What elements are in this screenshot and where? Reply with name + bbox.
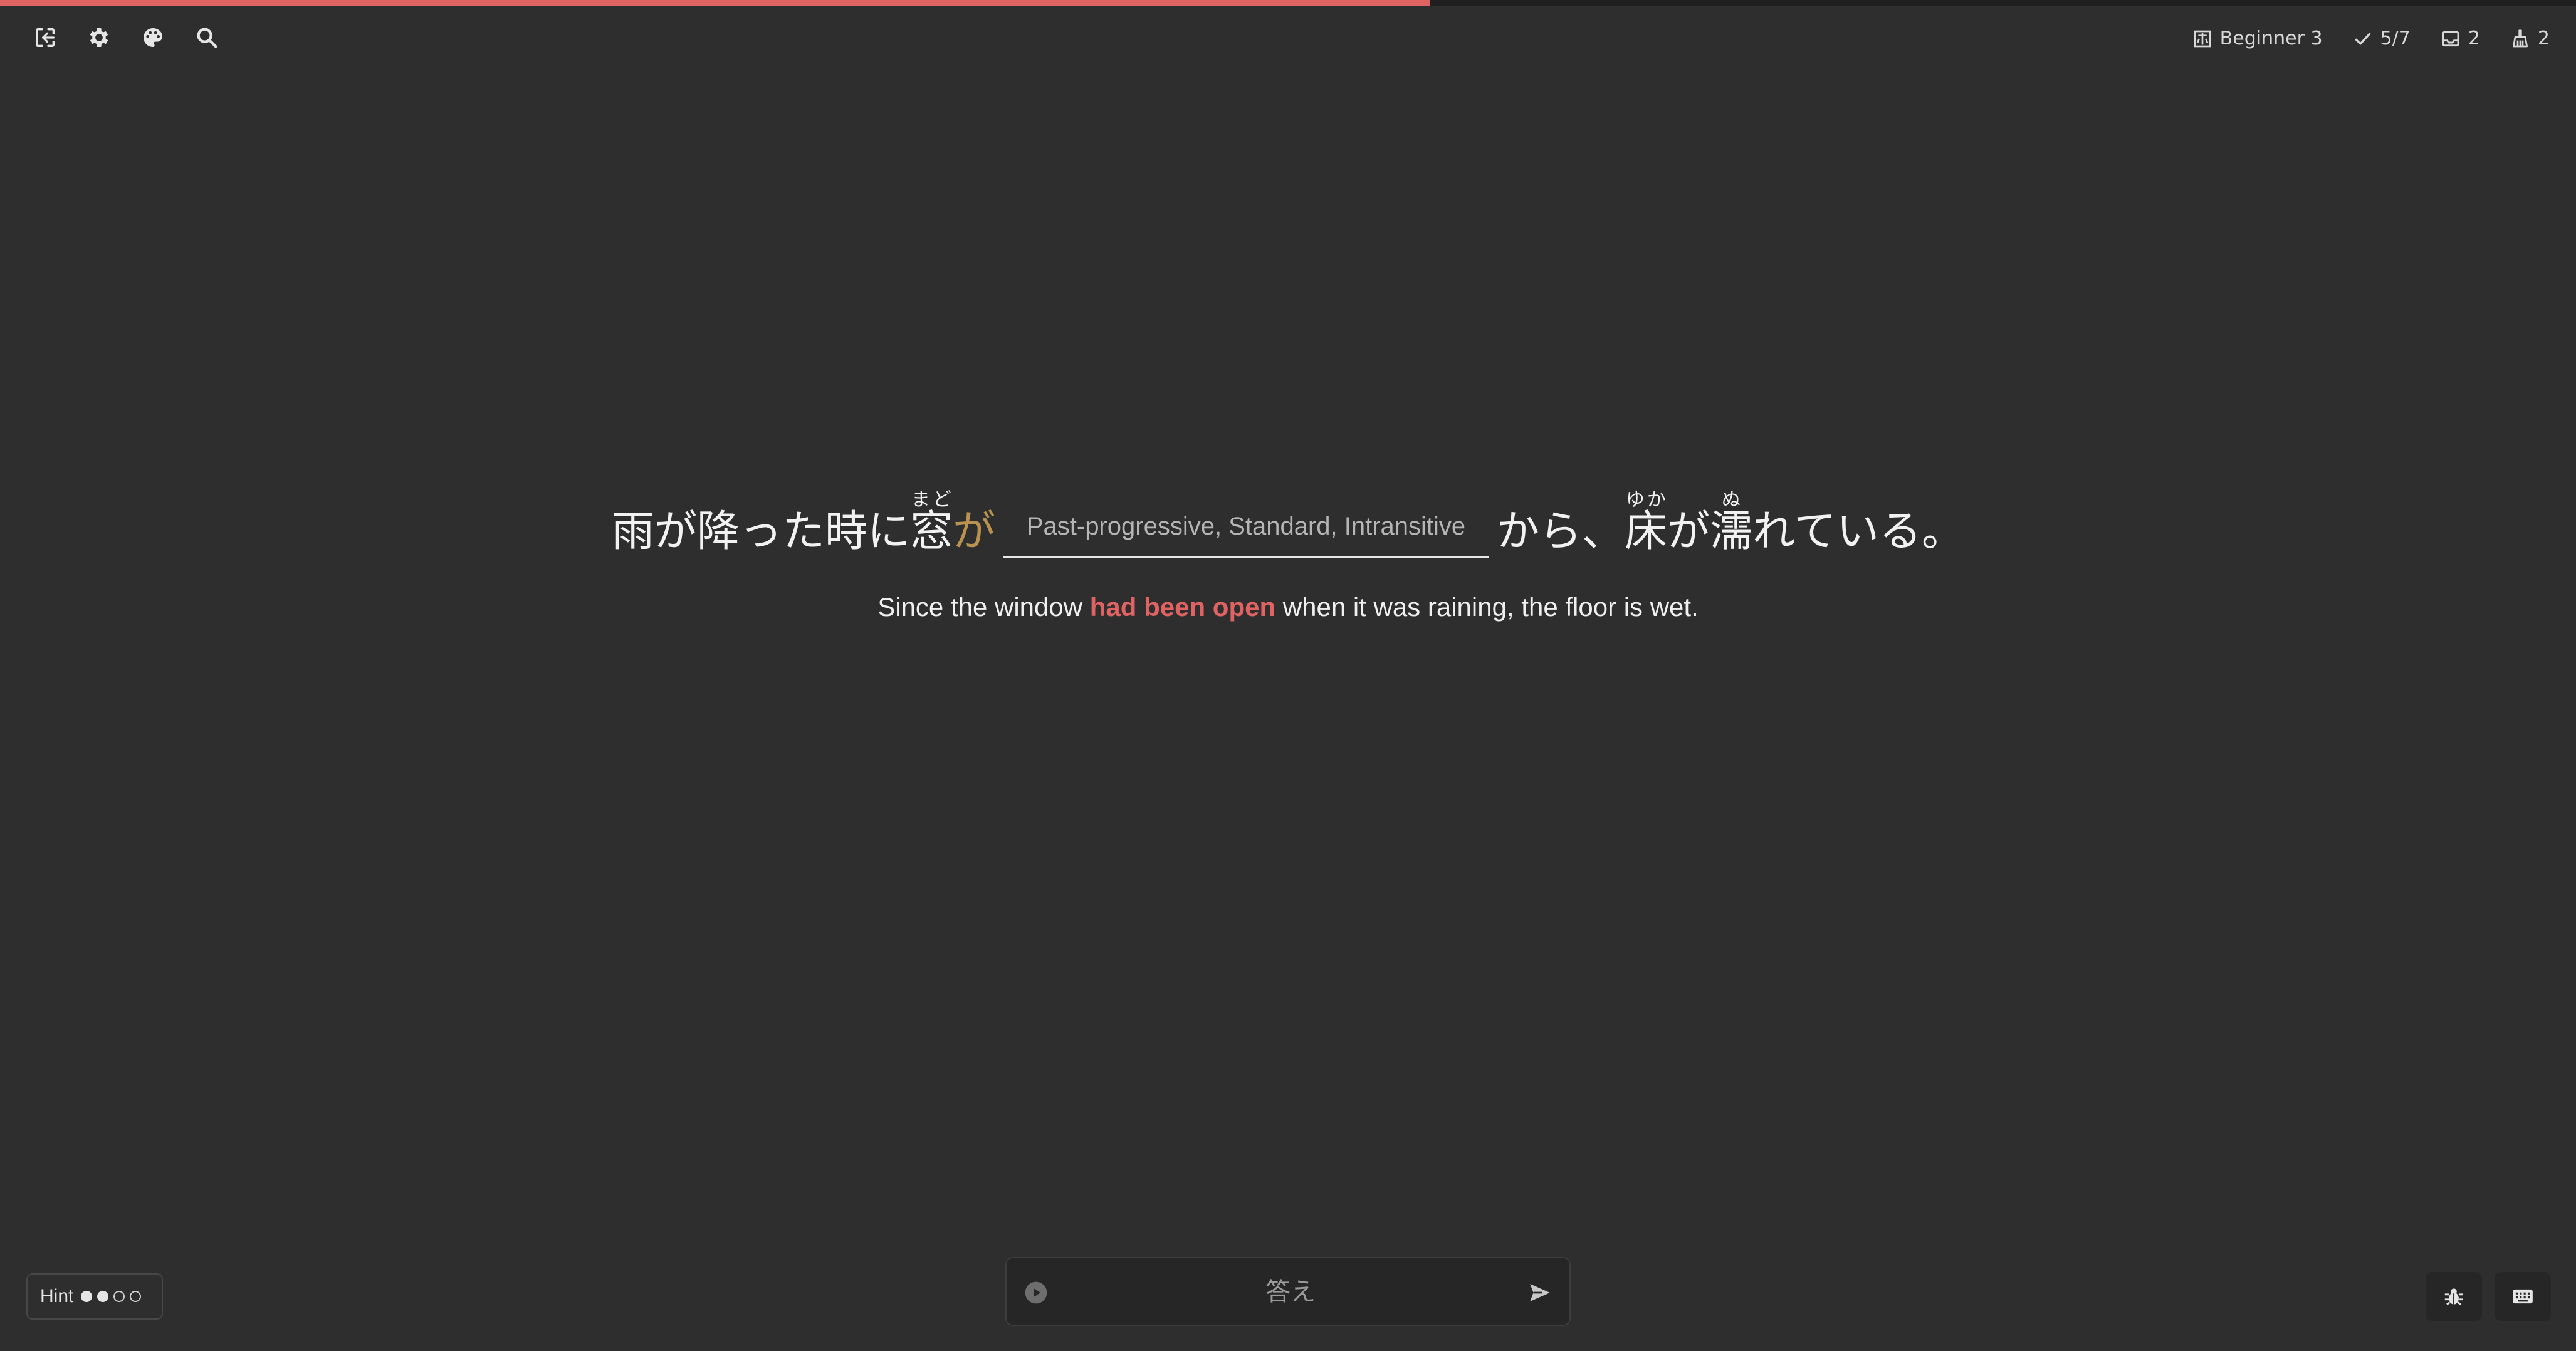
answer-input[interactable] (1057, 1268, 1524, 1316)
level-indicator[interactable]: Beginner 3 (2192, 28, 2323, 50)
sentence-middle: が (1667, 507, 1710, 556)
correct-count[interactable]: 5/7 (2353, 28, 2411, 50)
theme-button[interactable] (140, 25, 165, 50)
kanji-book-icon (2194, 30, 2211, 47)
furigana-word-wet: 濡ぬ (1710, 489, 1753, 556)
inbox-icon (2442, 31, 2459, 46)
furigana-word-floor: 床ゆか (1625, 489, 1668, 556)
hint-dot (130, 1291, 142, 1302)
level-label: Beginner 3 (2219, 28, 2323, 50)
report-bug-button[interactable] (2426, 1272, 2482, 1321)
send-icon[interactable] (1527, 1280, 1553, 1306)
keyboard-button[interactable] (2495, 1272, 2551, 1321)
exit-button[interactable] (33, 25, 58, 50)
toolbar (33, 25, 219, 50)
answer-blank: Past-progressive, Standard, Intransitive (1003, 497, 1489, 558)
check-icon (2355, 32, 2370, 45)
cleanup-count[interactable]: 2 (2510, 28, 2550, 50)
gear-icon (90, 28, 108, 47)
inbox-count[interactable]: 2 (2441, 28, 2480, 50)
hint-label: Hint (40, 1286, 74, 1307)
japanese-sentence: 雨が降った時に 窓まど が Past-progressive, Standard… (0, 489, 2576, 558)
progress-bar (0, 0, 2576, 6)
sentence-suffix: れている。 (1752, 507, 1965, 556)
broom-icon (2512, 29, 2528, 47)
furigana-word-window: 窓まど (909, 489, 953, 556)
inbox-label: 2 (2468, 28, 2480, 50)
english-translation: Since the window had been open when it w… (0, 592, 2576, 622)
sentence-connector: から、 (1497, 507, 1625, 556)
play-audio-icon[interactable] (1024, 1281, 1048, 1305)
search-icon (197, 28, 217, 48)
answer-bar (1005, 1257, 1571, 1326)
settings-button[interactable] (86, 25, 112, 50)
hint-dot (81, 1291, 93, 1302)
hint-dot (97, 1291, 109, 1302)
correct-label: 5/7 (2380, 28, 2411, 50)
hint-dots (81, 1291, 142, 1302)
palette-icon (144, 28, 162, 47)
hint-button[interactable]: Hint (26, 1273, 163, 1320)
hint-dot (113, 1291, 125, 1302)
search-button[interactable] (194, 25, 219, 50)
translation-before: Since the window (877, 592, 1090, 622)
exit-icon (36, 28, 55, 48)
translation-highlight: had been open (1089, 592, 1276, 622)
progress-fill (0, 0, 1430, 6)
translation-after: when it was raining, the floor is wet. (1275, 592, 1699, 622)
stats-bar: Beginner 3 5/7 2 2 (2192, 28, 2550, 50)
particle: が (952, 507, 995, 556)
keyboard-icon (2513, 1289, 2533, 1304)
sentence-prefix: 雨が降った時に (611, 507, 910, 556)
cleanup-label: 2 (2537, 28, 2550, 50)
bug-icon (2444, 1288, 2463, 1305)
